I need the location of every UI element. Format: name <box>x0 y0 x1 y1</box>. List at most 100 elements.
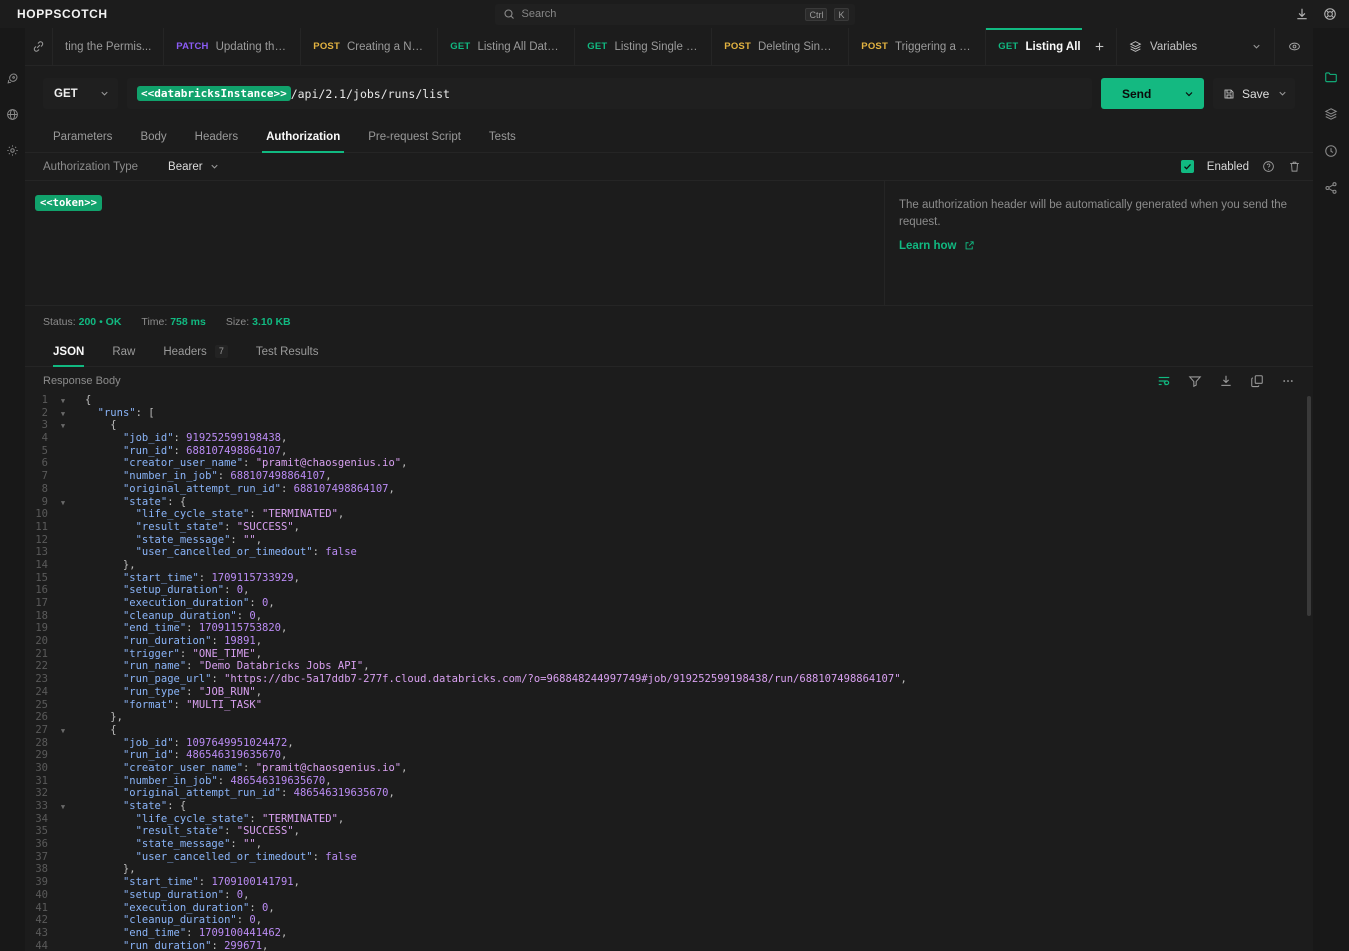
json-response-viewer[interactable]: 1▼{2▼ "runs": [3▼ {4 "job_id": 919252599… <box>25 394 1313 951</box>
more-options-icon[interactable] <box>1281 374 1295 388</box>
rocket-icon[interactable] <box>6 72 19 85</box>
copy-icon[interactable] <box>1250 374 1264 388</box>
line-number: 41 <box>25 902 55 915</box>
code-line: 2▼ "runs": [ <box>25 407 1313 420</box>
enabled-checkbox[interactable] <box>1181 160 1194 173</box>
chevron-down-icon <box>209 161 220 172</box>
code-text: "creator_user_name": "pramit@chaosgenius… <box>85 457 407 470</box>
tab-title: Listing All Databric... <box>1025 41 1082 53</box>
line-number: 21 <box>25 648 55 661</box>
learn-how-link[interactable]: Learn how <box>899 240 975 252</box>
top-bar-actions <box>1295 7 1337 21</box>
history-clock-icon[interactable] <box>1324 144 1338 158</box>
request-tab[interactable]: ting the Permis... <box>52 28 164 65</box>
share-icon[interactable] <box>1324 181 1338 195</box>
send-button[interactable]: Send <box>1101 78 1204 109</box>
authorization-type-select[interactable]: Bearer <box>168 161 220 173</box>
download-icon[interactable] <box>1295 7 1309 21</box>
line-number: 19 <box>25 622 55 635</box>
line-number: 17 <box>25 597 55 610</box>
tab-method: GET <box>450 41 470 52</box>
tab-pre-request-script[interactable]: Pre-request Script <box>354 122 475 152</box>
tab-title: ting the Permis... <box>65 41 151 53</box>
fold-toggle-icon[interactable]: ▼ <box>55 724 71 738</box>
tab-headers[interactable]: Headers <box>181 122 252 152</box>
tab-tests[interactable]: Tests <box>475 122 530 152</box>
help-icon[interactable] <box>1262 160 1275 173</box>
code-line: 41 "execution_duration": 0, <box>25 902 1313 915</box>
line-number: 32 <box>25 787 55 800</box>
request-tab[interactable]: GET Listing Single Data... <box>575 28 712 65</box>
link-icon[interactable] <box>25 28 52 65</box>
code-line: 22 "run_name": "Demo Databricks Jobs API… <box>25 660 1313 673</box>
tab-method: GET <box>587 41 607 52</box>
http-method-select[interactable]: GET <box>43 78 118 109</box>
preview-eye-button[interactable] <box>1275 28 1313 65</box>
request-bar-wrapper: GET <<databricksInstance>>/api/2.1/jobs/… <box>25 66 1313 109</box>
request-tab[interactable]: PATCH Updating the Per... <box>164 28 301 65</box>
filter-icon[interactable] <box>1188 374 1202 388</box>
code-line: 5 "run_id": 688107498864107, <box>25 445 1313 458</box>
code-text: "number_in_job": 688107498864107, <box>85 470 332 483</box>
layers-icon[interactable] <box>1324 107 1338 121</box>
fold-toggle-icon[interactable]: ▼ <box>55 419 71 433</box>
response-scrollbar[interactable] <box>1307 396 1311 616</box>
code-line: 1▼{ <box>25 394 1313 407</box>
response-meta-bar: Status: 200 • OK Time: 758 ms Size: 3.10… <box>25 305 1313 337</box>
response-tab-test-results[interactable]: Test Results <box>242 338 333 366</box>
fold-toggle-icon[interactable]: ▼ <box>55 496 71 510</box>
tab-parameters[interactable]: Parameters <box>43 122 126 152</box>
code-line: 42 "cleanup_duration": 0, <box>25 914 1313 927</box>
code-line: 13 "user_cancelled_or_timedout": false <box>25 546 1313 559</box>
request-tab[interactable]: POST Deleting Single D... <box>712 28 849 65</box>
code-line: 26 }, <box>25 711 1313 724</box>
save-button[interactable]: Save <box>1213 78 1295 109</box>
line-number: 34 <box>25 813 55 826</box>
code-line: 7 "number_in_job": 688107498864107, <box>25 470 1313 483</box>
response-tab-raw[interactable]: Raw <box>98 338 149 366</box>
wrap-lines-icon[interactable] <box>1157 374 1171 388</box>
search-shortcut-ctrl: Ctrl <box>805 8 827 21</box>
code-text: "trigger": "ONE_TIME", <box>85 648 262 661</box>
response-tab-headers[interactable]: Headers 7 <box>149 337 241 366</box>
code-line: 20 "run_duration": 19891, <box>25 635 1313 648</box>
url-input[interactable]: <<databricksInstance>>/api/2.1/jobs/runs… <box>127 78 1092 109</box>
request-tab-active[interactable]: GET Listing All Databric... <box>986 28 1082 65</box>
code-text: "runs": [ <box>85 407 155 420</box>
tab-authorization[interactable]: Authorization <box>252 122 354 152</box>
code-line: 6 "creator_user_name": "pramit@chaosgeni… <box>25 457 1313 470</box>
line-number: 23 <box>25 673 55 686</box>
line-number: 26 <box>25 711 55 724</box>
code-text: "start_time": 1709115733929, <box>85 572 300 585</box>
code-line: 15 "start_time": 1709115733929, <box>25 572 1313 585</box>
line-number: 25 <box>25 699 55 712</box>
line-number: 30 <box>25 762 55 775</box>
chevron-down-icon <box>1251 41 1262 52</box>
fold-toggle-icon[interactable]: ▼ <box>55 800 71 814</box>
gear-icon[interactable] <box>6 144 19 157</box>
tab-body[interactable]: Body <box>126 122 180 152</box>
support-icon[interactable] <box>1323 7 1337 21</box>
response-tab-json[interactable]: JSON <box>43 338 98 366</box>
code-line: 24 "run_type": "JOB_RUN", <box>25 686 1313 699</box>
search-input[interactable]: Search Ctrl K <box>495 4 855 25</box>
variables-selector[interactable]: Variables <box>1117 28 1275 65</box>
globe-icon[interactable] <box>6 108 19 121</box>
request-tab[interactable]: POST Triggering a New ... <box>849 28 986 65</box>
delete-icon[interactable] <box>1288 160 1301 173</box>
folder-icon[interactable] <box>1324 70 1338 84</box>
line-number: 12 <box>25 534 55 547</box>
token-editor[interactable]: <<token>> <box>25 181 885 305</box>
download-icon[interactable] <box>1219 374 1233 388</box>
code-text: "creator_user_name": "pramit@chaosgenius… <box>85 762 407 775</box>
new-tab-button[interactable] <box>1082 28 1117 65</box>
code-text: "life_cycle_state": "TERMINATED", <box>85 508 344 521</box>
request-tab[interactable]: POST Creating a New D... <box>301 28 438 65</box>
line-number: 27 <box>25 724 55 737</box>
tab-method: GET <box>998 41 1018 52</box>
code-line: 43 "end_time": 1709100441462, <box>25 927 1313 940</box>
tab-title: Deleting Single D... <box>758 41 836 53</box>
request-tab[interactable]: GET Listing All Databric... <box>438 28 575 65</box>
response-tabs: JSON Raw Headers 7 Test Results <box>25 337 1313 367</box>
code-text: "user_cancelled_or_timedout": false <box>85 546 357 559</box>
